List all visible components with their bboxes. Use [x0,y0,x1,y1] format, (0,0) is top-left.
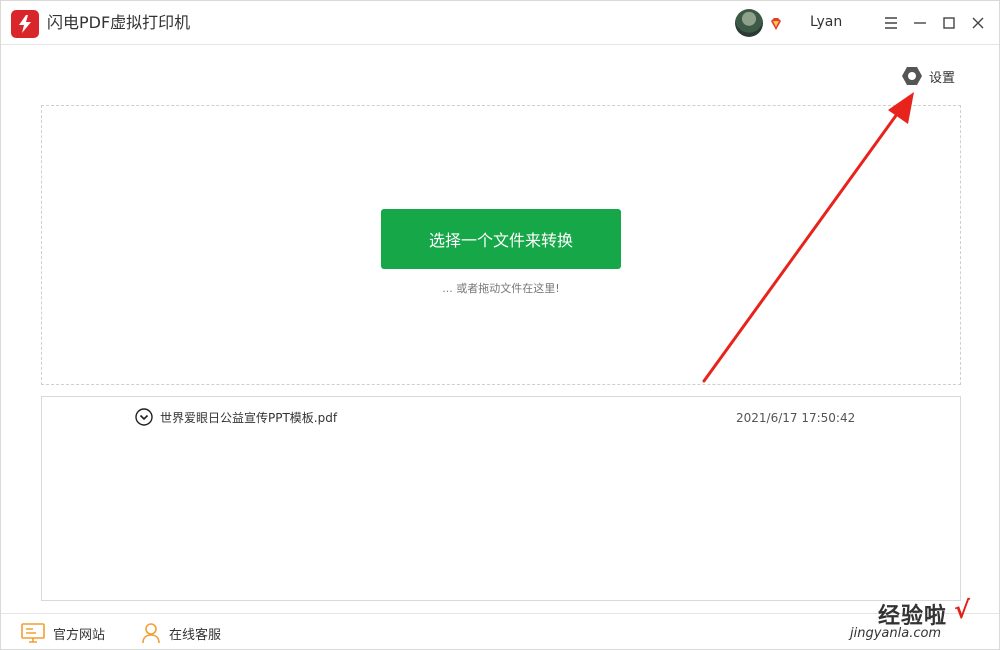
file-time: 2021/6/17 17:50:42 [736,411,856,425]
maximize-icon[interactable] [940,14,958,32]
title-bar: 闪电PDF虚拟打印机 Lyan [1,1,999,45]
select-file-button[interactable]: 选择一个文件来转换 [381,209,621,269]
person-icon [142,623,160,644]
file-list: 世界爱眼日公益宣传PPT模板.pdf 2021/6/17 17:50:42 [41,396,961,601]
vip-badge-icon[interactable] [769,16,783,30]
watermark-check: √ [954,596,971,624]
watermark: 经验啦 √ jingyanla.com [848,596,996,648]
drop-hint: ... 或者拖动文件在这里! [442,282,560,295]
watermark-url: jingyanla.com [850,626,942,641]
online-support-label: 在线客服 [169,627,222,643]
app-title: 闪电PDF虚拟打印机 [47,13,191,32]
avatar[interactable] [735,9,763,37]
app-window: 闪电PDF虚拟打印机 Lyan 设置 选择一个文件来转换 ... 或者拖动文件在… [0,0,1000,650]
minimize-icon[interactable] [911,14,929,32]
monitor-icon [21,623,45,643]
official-website-label: 官方网站 [53,627,106,643]
file-drop-zone[interactable]: 选择一个文件来转换 ... 或者拖动文件在这里! [41,105,961,385]
list-item[interactable]: 世界爱眼日公益宣传PPT模板.pdf 2021/6/17 17:50:42 [42,405,960,429]
gear-icon [902,67,922,85]
settings-label: 设置 [929,70,956,86]
file-name: 世界爱眼日公益宣传PPT模板.pdf [160,411,338,425]
settings-button[interactable]: 设置 [901,65,955,87]
user-name[interactable]: Lyan [810,13,842,31]
official-website-link[interactable]: 官方网站 [21,622,105,644]
app-logo-icon [11,10,39,38]
menu-icon[interactable] [882,14,900,32]
close-icon[interactable] [969,14,987,32]
online-support-link[interactable]: 在线客服 [141,622,221,644]
chevron-down-icon[interactable] [135,408,153,426]
